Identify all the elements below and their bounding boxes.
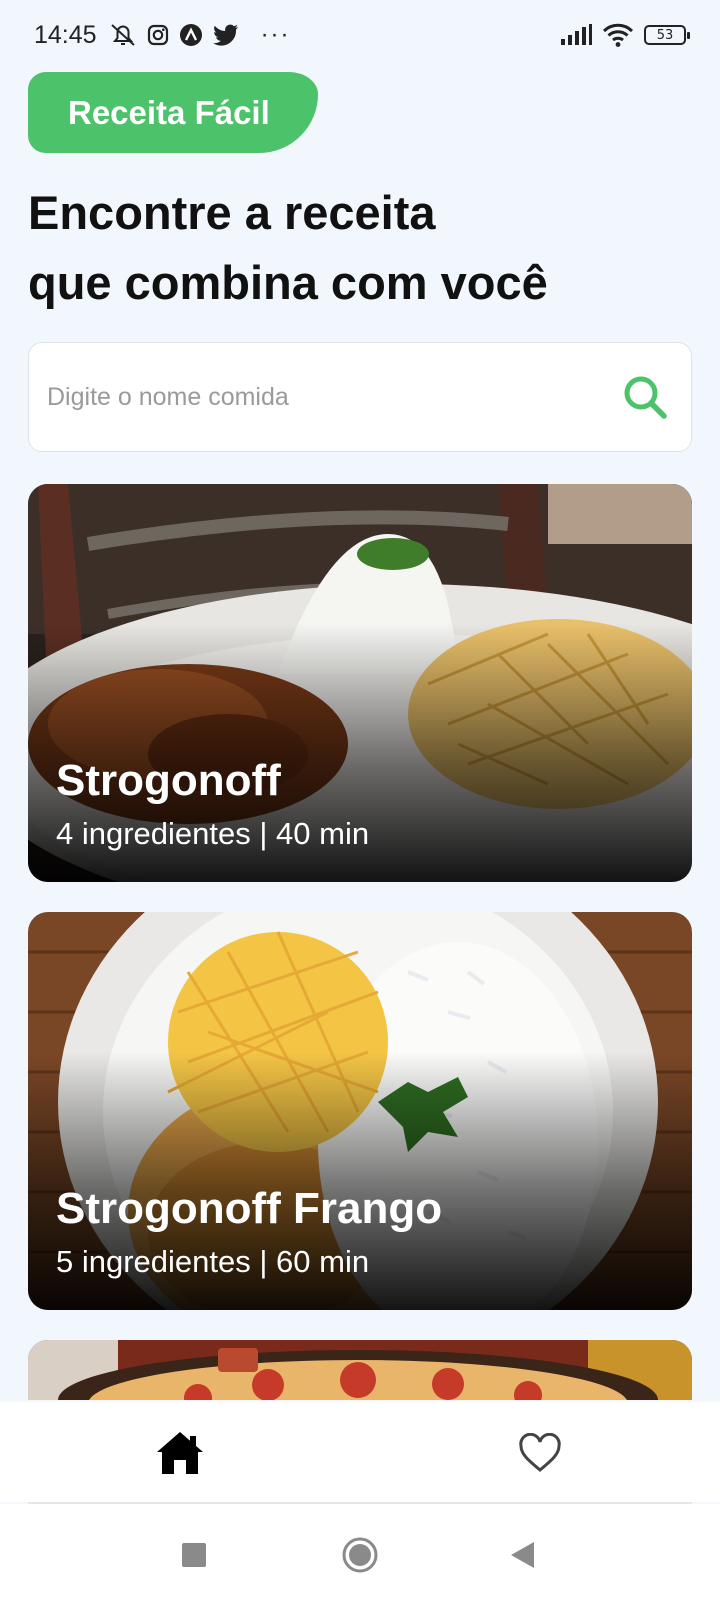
twitter-icon bbox=[212, 24, 239, 46]
tab-favorites[interactable] bbox=[512, 1428, 568, 1478]
home-circle-icon bbox=[342, 1537, 378, 1573]
mute-icon bbox=[109, 22, 137, 48]
recipe-card-pizza[interactable] bbox=[28, 1340, 692, 1400]
page-title-line-1: Encontre a receita bbox=[28, 186, 436, 239]
recipe-card-strogonoff-frango[interactable]: Strogonoff Frango 5 ingredientes | 60 mi… bbox=[28, 912, 692, 1310]
home-icon bbox=[157, 1432, 203, 1474]
status-time: 14:45 bbox=[34, 20, 97, 49]
recipe-info: 4 ingredientes | 40 min bbox=[56, 816, 370, 851]
recent-apps-icon bbox=[182, 1543, 206, 1567]
page-title: Encontre a receita que combina com você bbox=[28, 178, 688, 318]
wifi-icon bbox=[602, 22, 634, 48]
signal-icon bbox=[560, 24, 592, 46]
more-icon: ··· bbox=[260, 21, 291, 48]
back-button[interactable] bbox=[497, 1530, 547, 1580]
tab-home[interactable] bbox=[152, 1428, 208, 1478]
heart-icon bbox=[519, 1433, 561, 1472]
search-input[interactable] bbox=[47, 382, 617, 412]
system-home-button[interactable] bbox=[335, 1530, 385, 1580]
battery-icon: 53 bbox=[644, 25, 690, 45]
search-button[interactable] bbox=[617, 369, 673, 425]
recipe-name: Strogonoff Frango bbox=[56, 1184, 443, 1233]
back-triangle-icon bbox=[511, 1542, 534, 1568]
search-icon bbox=[624, 376, 667, 419]
search-bar bbox=[28, 342, 692, 452]
status-bar: 14:45 ··· 53 bbox=[0, 0, 720, 70]
system-nav-bar bbox=[0, 1504, 720, 1600]
page-title-line-2: que combina com você bbox=[28, 256, 548, 309]
recipe-photo bbox=[28, 1340, 692, 1400]
recipe-info: 5 ingredientes | 60 min bbox=[56, 1244, 370, 1279]
recipe-card-strogonoff[interactable]: Strogonoff 4 ingredientes | 40 min bbox=[28, 484, 692, 882]
bottom-tab-bar bbox=[0, 1402, 720, 1502]
instagram-icon bbox=[147, 24, 169, 46]
recent-apps-button[interactable] bbox=[169, 1530, 219, 1580]
app-logo: Receita Fácil bbox=[28, 72, 318, 153]
app-icon bbox=[179, 23, 203, 47]
recipe-name: Strogonoff bbox=[56, 756, 281, 805]
